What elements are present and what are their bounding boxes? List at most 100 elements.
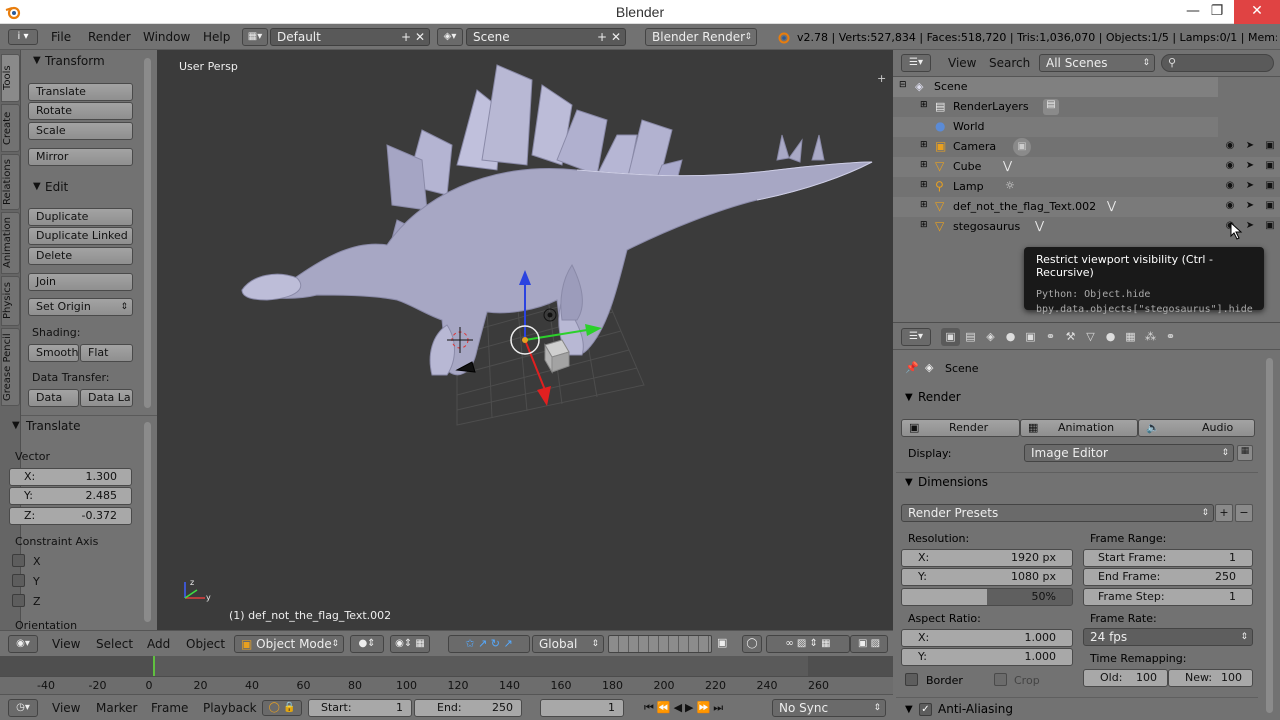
- add-layout-icon[interactable]: +: [401, 29, 411, 45]
- vector-y-field[interactable]: Y: 2.485: [9, 487, 132, 505]
- duplicate-button[interactable]: Duplicate: [28, 208, 133, 226]
- pivot-dropdown[interactable]: ◉⇕ ▦: [390, 635, 430, 653]
- cursor-select-icon[interactable]: ➤: [1243, 160, 1257, 171]
- transform-panel-header[interactable]: Transform: [45, 54, 105, 68]
- cursor-select-icon[interactable]: ➤: [1243, 180, 1257, 191]
- render-panel-header[interactable]: Render: [918, 390, 961, 404]
- screen-layout-field[interactable]: Default + ✕: [270, 28, 430, 46]
- end-frame-field[interactable]: End: 250: [414, 699, 522, 717]
- outliner-filter-dropdown[interactable]: All Scenes ⇕: [1039, 54, 1155, 72]
- layer-buttons[interactable]: [608, 635, 712, 653]
- eye-icon[interactable]: ◉: [1223, 200, 1237, 211]
- aspect-y-field[interactable]: Y: 1.000: [901, 648, 1073, 666]
- menu-select[interactable]: Select: [96, 637, 133, 651]
- editor-type-outliner-icon[interactable]: ☰▾: [901, 54, 931, 72]
- current-frame-line[interactable]: [153, 656, 155, 678]
- resolution-percent-slider[interactable]: 50%: [901, 588, 1073, 606]
- data-button[interactable]: Data: [28, 389, 79, 407]
- menu-add[interactable]: Add: [147, 637, 170, 651]
- data-layout-button[interactable]: Data La: [80, 389, 133, 407]
- menu-render[interactable]: Render: [88, 30, 131, 44]
- snap-icons[interactable]: ∞ ▨ ⇕ ▦: [766, 635, 850, 653]
- add-preset-icon[interactable]: +: [1215, 504, 1233, 522]
- editor-type-timeline-icon[interactable]: ◷▾: [8, 699, 38, 717]
- translate-button[interactable]: Translate: [28, 83, 133, 101]
- shelf-scrollbar[interactable]: [144, 58, 151, 408]
- mirror-button[interactable]: Mirror: [28, 148, 133, 166]
- vector-x-field[interactable]: X: 1.300: [9, 468, 132, 486]
- menu-window[interactable]: Window: [143, 30, 190, 44]
- expand-icon[interactable]: ⊞: [920, 100, 928, 110]
- expand-icon[interactable]: ⊞: [920, 180, 928, 190]
- anti-aliasing-panel-header[interactable]: Anti-Aliasing: [938, 702, 1013, 716]
- constraint-x-checkbox[interactable]: [12, 554, 25, 567]
- render-tab-icon[interactable]: ▣: [941, 328, 960, 346]
- edit-panel-header[interactable]: Edit: [45, 180, 68, 194]
- menu-outliner-view[interactable]: View: [948, 56, 976, 70]
- object-tab-icon[interactable]: ▣: [1021, 328, 1040, 346]
- proportional-edit-icon[interactable]: ◯: [742, 635, 762, 653]
- expand-icon[interactable]: ⊞: [920, 160, 928, 170]
- expand-icon[interactable]: ⊞: [920, 200, 928, 210]
- particles-tab-icon[interactable]: ⁂: [1141, 328, 1160, 346]
- playback-controls[interactable]: ⏮⏪◀▶⏩⏭: [644, 699, 766, 717]
- tab-relations[interactable]: Relations: [1, 154, 20, 210]
- outliner-row-renderlayers[interactable]: ⊞ ▤ RenderLayers ▤: [893, 97, 1280, 117]
- expand-icon[interactable]: ⊞: [920, 140, 928, 150]
- vector-z-field[interactable]: Z: -0.372: [9, 507, 132, 525]
- render-preview-icons[interactable]: ▣ ▨: [850, 635, 888, 653]
- duplicate-linked-button[interactable]: Duplicate Linked: [28, 227, 133, 245]
- animation-button[interactable]: ▦ Animation: [1020, 419, 1138, 437]
- cursor-select-icon[interactable]: ➤: [1243, 220, 1257, 231]
- resolution-y-field[interactable]: Y: 1080 px: [901, 568, 1073, 586]
- mode-dropdown[interactable]: ▣ Object Mode ⇕: [234, 635, 344, 653]
- render-button[interactable]: ▣ Render: [901, 419, 1020, 437]
- rotate-button[interactable]: Rotate: [28, 102, 133, 120]
- anti-aliasing-panel-arrow-icon[interactable]: ▼: [905, 704, 913, 715]
- menu-view[interactable]: View: [52, 637, 80, 651]
- menu-help[interactable]: Help: [203, 30, 230, 44]
- tab-grease-pencil[interactable]: Grease Pencil: [1, 328, 20, 406]
- physics-tab-icon[interactable]: ⚭: [1161, 328, 1180, 346]
- aspect-x-field[interactable]: X: 1.000: [901, 629, 1073, 647]
- constraint-y-checkbox[interactable]: [12, 574, 25, 587]
- tab-physics[interactable]: Physics: [1, 276, 20, 326]
- timeline[interactable]: -40 -20 0 20 40 60 80 100 120 140 160 180 200 220 240 2…: [0, 656, 893, 694]
- 3d-viewport[interactable]: User Persp + z y (1) def_not_the_flag_Te…: [157, 50, 893, 630]
- time-old-field[interactable]: Old: 100: [1083, 669, 1168, 687]
- dimensions-panel-arrow-icon[interactable]: ▼: [905, 477, 913, 488]
- menu-file[interactable]: File: [51, 30, 71, 44]
- render-layers-tab-icon[interactable]: ▤: [961, 328, 980, 346]
- camera-render-icon[interactable]: ▣: [1263, 220, 1277, 231]
- set-origin-dropdown[interactable]: Set Origin ⇕: [28, 298, 133, 316]
- transform-orientation-dropdown[interactable]: Global ⇕: [532, 635, 604, 653]
- tab-animation[interactable]: Animation: [1, 212, 20, 274]
- world-tab-icon[interactable]: ●: [1001, 328, 1020, 346]
- texture-tab-icon[interactable]: ▦: [1121, 328, 1140, 346]
- menu-object[interactable]: Object: [186, 637, 225, 651]
- tab-create[interactable]: Create: [1, 104, 20, 152]
- remove-layout-icon[interactable]: ✕: [415, 29, 425, 45]
- sync-dropdown[interactable]: No Sync ⇕: [772, 699, 886, 717]
- viewport-shading-dropdown[interactable]: ●⇕: [350, 635, 384, 653]
- end-frame-prop-field[interactable]: End Frame: 250: [1083, 568, 1253, 586]
- join-button[interactable]: Join: [28, 273, 133, 291]
- current-frame-field[interactable]: 1: [540, 699, 624, 717]
- camera-render-icon[interactable]: ▣: [1263, 140, 1277, 151]
- constraint-z-checkbox[interactable]: [12, 594, 25, 607]
- border-checkbox[interactable]: [905, 673, 918, 686]
- scale-button[interactable]: Scale: [28, 122, 133, 140]
- render-panel-arrow-icon[interactable]: ▼: [905, 392, 913, 403]
- scene-tab-icon[interactable]: ◈: [981, 328, 1000, 346]
- outliner-row-scene[interactable]: ⊟ ◈ Scene: [893, 77, 1280, 97]
- remove-preset-icon[interactable]: −: [1235, 504, 1253, 522]
- expand-icon[interactable]: ⊞: [920, 220, 928, 230]
- menu-playback[interactable]: Playback: [203, 701, 257, 715]
- eye-icon[interactable]: ◉: [1223, 140, 1237, 151]
- resolution-x-field[interactable]: X: 1920 px: [901, 549, 1073, 567]
- outliner-row-world[interactable]: ● World: [893, 117, 1280, 137]
- operator-panel-header[interactable]: Translate: [26, 419, 81, 433]
- maximize-button[interactable]: ❐: [1200, 0, 1234, 24]
- tab-tools[interactable]: Tools: [1, 54, 20, 102]
- display-dropdown[interactable]: Image Editor ⇕: [1024, 444, 1234, 462]
